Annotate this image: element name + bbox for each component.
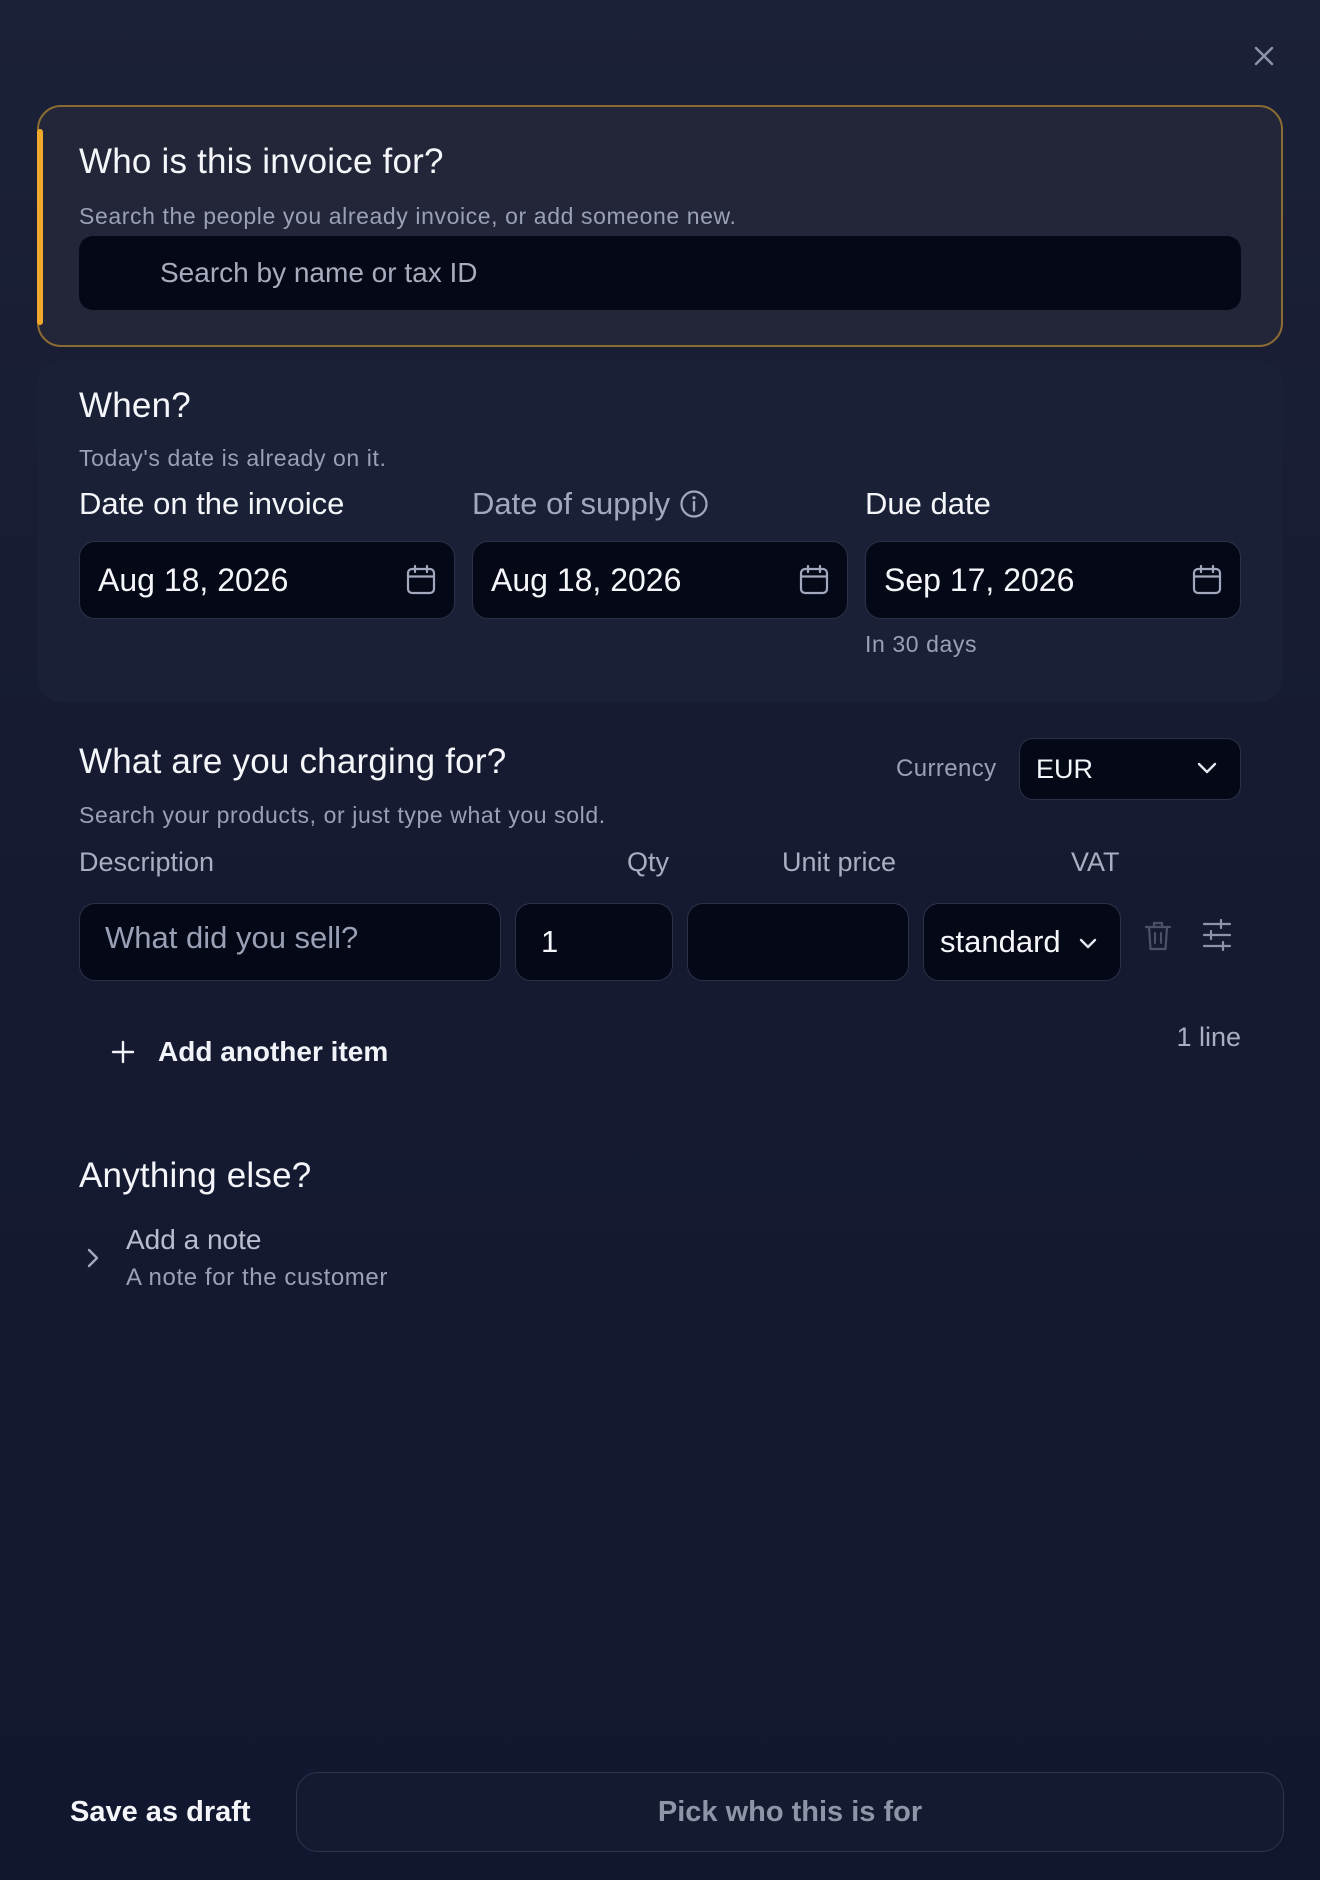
item-vat-select[interactable]: standard	[923, 903, 1121, 981]
item-description-placeholder: What did you sell?	[105, 920, 359, 955]
supply-date-label: Date of supply	[472, 486, 671, 521]
chevron-right-icon	[87, 1248, 99, 1268]
calendar-icon	[799, 564, 829, 595]
supply-date-value: Aug 18, 2026	[491, 561, 682, 598]
due-date-hint: In 30 days	[865, 631, 978, 657]
extra-title: Anything else?	[79, 1156, 312, 1195]
add-note-toggle[interactable]: Add a note A note for the customer	[79, 1222, 459, 1298]
primary-action-button[interactable]: Pick who this is for	[296, 1772, 1284, 1852]
chevron-down-icon	[1197, 762, 1217, 774]
add-item-label: Add another item	[158, 1036, 389, 1067]
calendar-icon	[1192, 564, 1222, 595]
close-icon	[1254, 46, 1274, 66]
when-card	[37, 360, 1283, 702]
column-description: Description	[79, 847, 215, 877]
close-button[interactable]	[1250, 42, 1278, 70]
sliders-icon[interactable]	[1201, 919, 1233, 951]
recipient-search-input[interactable]	[79, 236, 1241, 310]
line-count: 1 line	[1176, 1022, 1241, 1052]
add-note-title: Add a note	[126, 1224, 262, 1255]
column-qty: Qty	[627, 847, 670, 877]
due-date-value: Sep 17, 2026	[884, 561, 1075, 598]
recipient-accent-bar	[37, 129, 43, 325]
recipient-title: Who is this invoice for?	[79, 142, 444, 181]
item-description-input[interactable]: What did you sell?	[79, 903, 501, 981]
item-qty-value: 1	[541, 924, 559, 959]
item-qty-input[interactable]: 1	[515, 903, 673, 981]
primary-action-label: Pick who this is for	[657, 1795, 923, 1828]
invoice-date-input[interactable]: Aug 18, 2026	[79, 541, 455, 619]
when-subtitle: Today's date is already on it.	[79, 445, 387, 471]
trash-icon[interactable]	[1143, 919, 1173, 953]
add-note-subtitle: A note for the customer	[126, 1264, 388, 1291]
due-date-label: Due date	[865, 486, 991, 521]
when-title: When?	[79, 386, 191, 425]
supply-date-label-group: Date of supply	[472, 486, 709, 522]
calendar-icon	[406, 564, 436, 595]
supply-date-input[interactable]: Aug 18, 2026	[472, 541, 848, 619]
items-title: What are you charging for?	[79, 742, 507, 781]
info-icon[interactable]	[679, 489, 709, 519]
currency-label: Currency	[896, 755, 997, 782]
currency-value: EUR	[1036, 753, 1094, 784]
due-date-input[interactable]: Sep 17, 2026	[865, 541, 1241, 619]
add-item-button[interactable]: Add another item	[110, 1031, 410, 1073]
column-vat: VAT	[1071, 847, 1120, 877]
recipient-subtitle: Search the people you already invoice, o…	[79, 203, 737, 229]
column-unit-price: Unit price	[782, 847, 897, 877]
save-draft-button[interactable]: Save as draft	[70, 1796, 251, 1829]
chevron-down-icon	[1079, 938, 1097, 949]
invoice-date-label: Date on the invoice	[79, 486, 345, 521]
invoice-date-value: Aug 18, 2026	[98, 561, 289, 598]
plus-icon	[111, 1040, 135, 1064]
currency-select[interactable]: EUR	[1019, 738, 1241, 800]
items-subtitle: Search your products, or just type what …	[79, 802, 606, 828]
item-vat-value: standard	[940, 924, 1061, 959]
item-unit-price-input[interactable]	[687, 903, 909, 981]
